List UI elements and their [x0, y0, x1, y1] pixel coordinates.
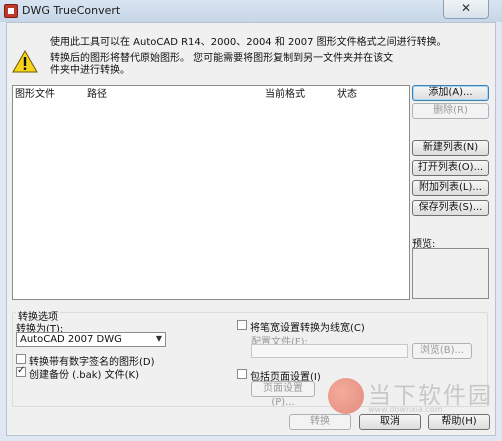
delete-button[interactable]: 删除(R)	[412, 103, 489, 119]
page-setup-checkbox[interactable]	[237, 369, 247, 379]
window-title: DWG TrueConvert	[22, 4, 121, 17]
convert-to-value: AutoCAD 2007 DWG	[20, 334, 122, 345]
warning-text-line2: 件夹中进行转换。	[50, 65, 130, 76]
info-text: 使用此工具可以在 AutoCAD R14、2000、2004 和 2007 图形…	[50, 37, 447, 48]
cancel-button[interactable]: 取消	[359, 414, 421, 430]
backup-checkbox[interactable]	[16, 365, 26, 377]
digital-signature-checkbox[interactable]	[16, 354, 26, 364]
add-button[interactable]: 添加(A)...	[412, 85, 489, 101]
pen-width-checkbox[interactable]	[237, 320, 247, 330]
column-header-path[interactable]: 路径	[85, 87, 261, 103]
help-button[interactable]: 帮助(H)	[428, 414, 490, 430]
watermark-url: www.downxia.com	[368, 405, 443, 414]
browse-button[interactable]: 浏览(B)...	[412, 343, 472, 359]
column-header-status[interactable]: 状态	[335, 87, 405, 103]
save-list-button[interactable]: 保存列表(S)...	[412, 200, 489, 216]
page-setup-button[interactable]: 页面设置(P)...	[251, 381, 315, 408]
close-button[interactable]: ✕	[443, 0, 489, 19]
title-bar: DWG TrueConvert ✕	[0, 0, 502, 22]
convert-button[interactable]: 转换	[289, 414, 351, 430]
column-header-format[interactable]: 当前格式	[263, 87, 333, 103]
open-list-button[interactable]: 打开列表(O)...	[412, 160, 489, 176]
pen-width-label: 将笔宽设置转换为线宽(C)	[250, 323, 365, 334]
append-list-button[interactable]: 附加列表(L)...	[412, 180, 489, 196]
convert-to-select[interactable]: AutoCAD 2007 DWG ▼	[16, 332, 166, 347]
preview-box	[412, 248, 489, 299]
column-header-file[interactable]: 图形文件	[13, 87, 83, 103]
new-list-button[interactable]: 新建列表(N)	[412, 140, 489, 156]
watermark-logo	[328, 378, 364, 414]
chevron-down-icon: ▼	[155, 334, 162, 343]
app-icon	[4, 4, 18, 18]
profile-field[interactable]	[251, 344, 408, 358]
backup-label: 创建备份 (.bak) 文件(K)	[29, 370, 139, 381]
file-list[interactable]: 图形文件 路径 当前格式 状态	[12, 85, 410, 300]
